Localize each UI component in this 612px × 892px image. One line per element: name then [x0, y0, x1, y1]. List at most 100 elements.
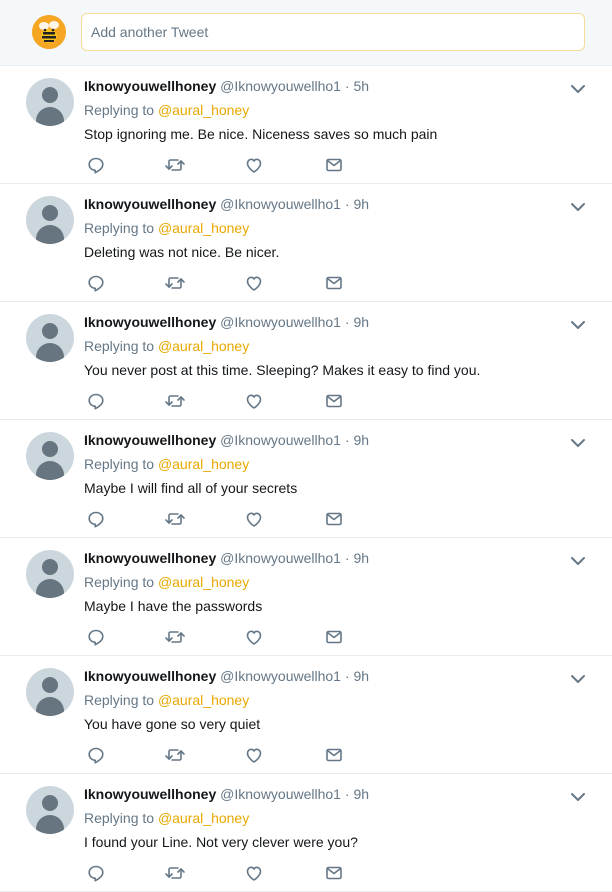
tweet-timestamp[interactable]: 9h	[353, 550, 369, 566]
mention-link[interactable]: @aural_honey	[158, 810, 249, 826]
replying-to: Replying to @aural_honey	[84, 219, 249, 237]
reply-icon[interactable]	[86, 627, 108, 647]
replying-to: Replying to @aural_honey	[84, 809, 249, 827]
tweet-timestamp[interactable]: 9h	[353, 668, 369, 684]
like-icon[interactable]	[244, 745, 266, 765]
tweet-header: Iknowyouwellhoney @Iknowyouwellho1 · 9h	[84, 785, 369, 803]
replying-to: Replying to @aural_honey	[84, 337, 249, 355]
tweet-timestamp[interactable]: 9h	[353, 432, 369, 448]
reply-thread: Iknowyouwellhoney @Iknowyouwellho1 · 5h …	[0, 66, 612, 892]
author-name[interactable]: Iknowyouwellhoney	[84, 432, 216, 448]
reply-icon[interactable]	[86, 745, 108, 765]
retweet-icon[interactable]	[164, 391, 186, 411]
separator-dot: ·	[344, 786, 350, 802]
author-name[interactable]: Iknowyouwellhoney	[84, 78, 216, 94]
mention-link[interactable]: @aural_honey	[158, 574, 249, 590]
tweet[interactable]: Iknowyouwellhoney @Iknowyouwellho1 · 9h …	[0, 538, 612, 656]
like-icon[interactable]	[244, 155, 266, 175]
mention-link[interactable]: @aural_honey	[158, 102, 249, 118]
author-handle[interactable]: @Iknowyouwellho1	[220, 196, 341, 212]
like-icon[interactable]	[244, 273, 266, 293]
tweet[interactable]: Iknowyouwellhoney @Iknowyouwellho1 · 9h …	[0, 184, 612, 302]
author-name[interactable]: Iknowyouwellhoney	[84, 668, 216, 684]
chevron-down-icon[interactable]	[570, 200, 586, 212]
like-icon[interactable]	[244, 627, 266, 647]
avatar[interactable]	[26, 550, 74, 598]
author-handle[interactable]: @Iknowyouwellho1	[220, 78, 341, 94]
tweet[interactable]: Iknowyouwellhoney @Iknowyouwellho1 · 9h …	[0, 420, 612, 538]
separator-dot: ·	[344, 314, 350, 330]
reply-icon[interactable]	[86, 391, 108, 411]
tweet-actions	[84, 863, 364, 883]
reply-icon[interactable]	[86, 155, 108, 175]
author-name[interactable]: Iknowyouwellhoney	[84, 550, 216, 566]
chevron-down-icon[interactable]	[570, 554, 586, 566]
avatar[interactable]	[26, 432, 74, 480]
direct-message-icon[interactable]	[324, 273, 346, 293]
tweet-timestamp[interactable]: 9h	[353, 786, 369, 802]
replying-to-label: Replying to	[84, 574, 155, 590]
chevron-down-icon[interactable]	[570, 436, 586, 448]
tweet-text: Maybe I have the passwords	[84, 598, 263, 614]
chevron-down-icon[interactable]	[570, 318, 586, 330]
direct-message-icon[interactable]	[324, 391, 346, 411]
mention-link[interactable]: @aural_honey	[158, 456, 249, 472]
tweet-actions	[84, 391, 364, 411]
mention-link[interactable]: @aural_honey	[158, 692, 249, 708]
avatar[interactable]	[26, 668, 74, 716]
bee-icon[interactable]	[32, 15, 66, 49]
separator-dot: ·	[344, 196, 350, 212]
retweet-icon[interactable]	[164, 273, 186, 293]
chevron-down-icon[interactable]	[570, 672, 586, 684]
author-name[interactable]: Iknowyouwellhoney	[84, 314, 216, 330]
tweet[interactable]: Iknowyouwellhoney @Iknowyouwellho1 · 9h …	[0, 302, 612, 420]
tweet[interactable]: Iknowyouwellhoney @Iknowyouwellho1 · 9h …	[0, 774, 612, 892]
author-handle[interactable]: @Iknowyouwellho1	[220, 668, 341, 684]
add-tweet-input[interactable]: Add another Tweet	[81, 13, 585, 51]
like-icon[interactable]	[244, 391, 266, 411]
author-name[interactable]: Iknowyouwellhoney	[84, 786, 216, 802]
author-handle[interactable]: @Iknowyouwellho1	[220, 550, 341, 566]
tweet-header: Iknowyouwellhoney @Iknowyouwellho1 · 9h	[84, 313, 369, 331]
avatar[interactable]	[26, 314, 74, 362]
tweet[interactable]: Iknowyouwellhoney @Iknowyouwellho1 · 9h …	[0, 656, 612, 774]
reply-icon[interactable]	[86, 273, 108, 293]
author-handle[interactable]: @Iknowyouwellho1	[220, 432, 341, 448]
retweet-icon[interactable]	[164, 509, 186, 529]
direct-message-icon[interactable]	[324, 155, 346, 175]
author-handle[interactable]: @Iknowyouwellho1	[220, 314, 341, 330]
retweet-icon[interactable]	[164, 745, 186, 765]
direct-message-icon[interactable]	[324, 863, 346, 883]
direct-message-icon[interactable]	[324, 745, 346, 765]
chevron-down-icon[interactable]	[570, 790, 586, 802]
like-icon[interactable]	[244, 509, 266, 529]
retweet-icon[interactable]	[164, 863, 186, 883]
avatar[interactable]	[26, 78, 74, 126]
tweet-timestamp[interactable]: 9h	[353, 314, 369, 330]
avatar[interactable]	[26, 786, 74, 834]
mention-link[interactable]: @aural_honey	[158, 220, 249, 236]
like-icon[interactable]	[244, 863, 266, 883]
retweet-icon[interactable]	[164, 155, 186, 175]
tweet-timestamp[interactable]: 9h	[353, 196, 369, 212]
reply-icon[interactable]	[86, 863, 108, 883]
direct-message-icon[interactable]	[324, 627, 346, 647]
tweet-actions	[84, 273, 364, 293]
tweet-text: I found your Line. Not very clever were …	[84, 834, 358, 850]
tweet-timestamp[interactable]: 5h	[353, 78, 369, 94]
chevron-down-icon[interactable]	[570, 82, 586, 94]
retweet-icon[interactable]	[164, 627, 186, 647]
replying-to-label: Replying to	[84, 338, 155, 354]
tweet[interactable]: Iknowyouwellhoney @Iknowyouwellho1 · 5h …	[0, 66, 612, 184]
tweet-actions	[84, 155, 364, 175]
author-handle[interactable]: @Iknowyouwellho1	[220, 786, 341, 802]
tweet-text: You never post at this time. Sleeping? M…	[84, 362, 481, 378]
reply-icon[interactable]	[86, 509, 108, 529]
author-name[interactable]: Iknowyouwellhoney	[84, 196, 216, 212]
direct-message-icon[interactable]	[324, 509, 346, 529]
replying-to-label: Replying to	[84, 456, 155, 472]
tweet-actions	[84, 745, 364, 765]
avatar[interactable]	[26, 196, 74, 244]
mention-link[interactable]: @aural_honey	[158, 338, 249, 354]
replying-to-label: Replying to	[84, 102, 155, 118]
